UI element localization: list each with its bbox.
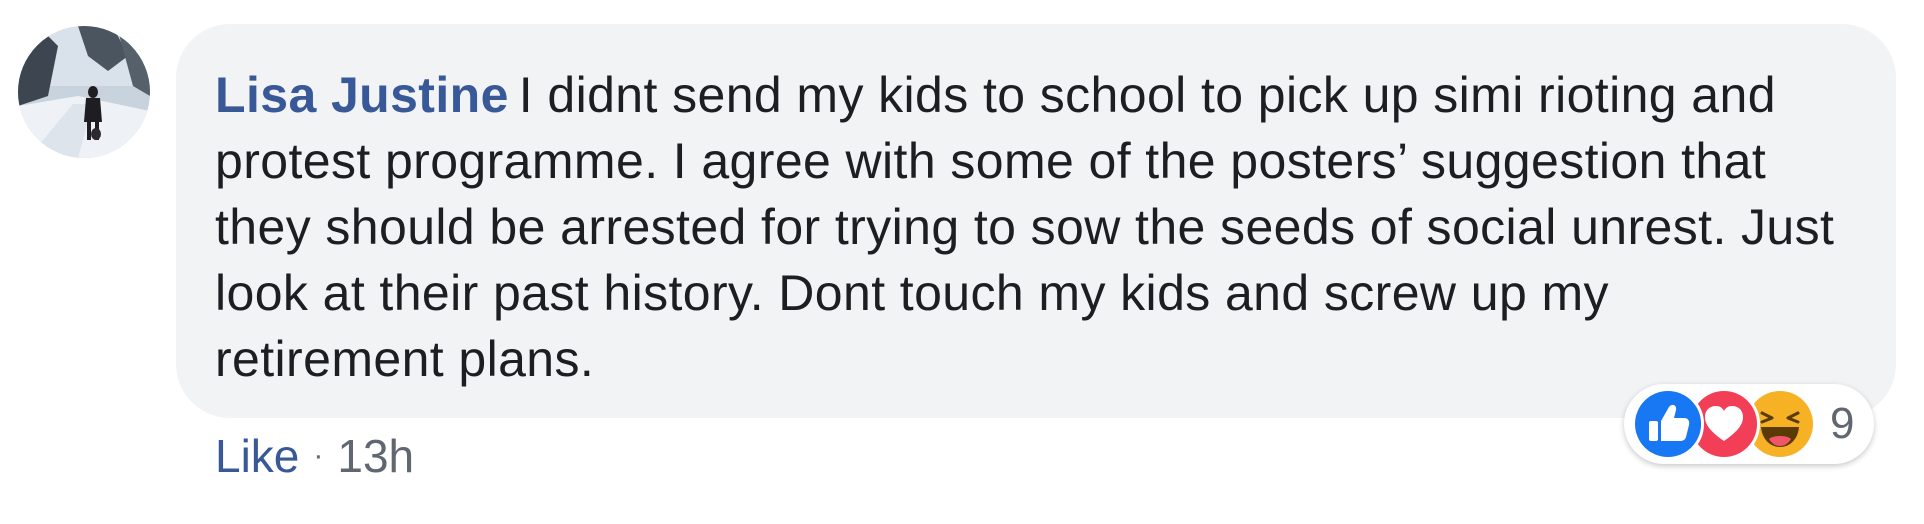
comment-author[interactable]: Lisa Justine (215, 67, 509, 123)
comment-bubble: Lisa Justine I didnt send my kids to scho… (176, 24, 1896, 418)
action-separator: · (313, 439, 324, 472)
comment-timestamp[interactable]: 13h (337, 429, 414, 483)
comment-actions: Like · 13h (215, 426, 414, 486)
profile-photo-icon (18, 26, 150, 158)
like-button[interactable]: Like (215, 429, 299, 483)
comment-body: Lisa Justine I didnt send my kids to scho… (215, 62, 1842, 392)
reactions-summary[interactable]: 9 (1624, 384, 1875, 464)
comment: Lisa Justine I didnt send my kids to scho… (0, 0, 1924, 524)
avatar[interactable] (18, 26, 150, 158)
reaction-count: 9 (1830, 399, 1855, 448)
like-reaction-icon (1632, 388, 1704, 460)
